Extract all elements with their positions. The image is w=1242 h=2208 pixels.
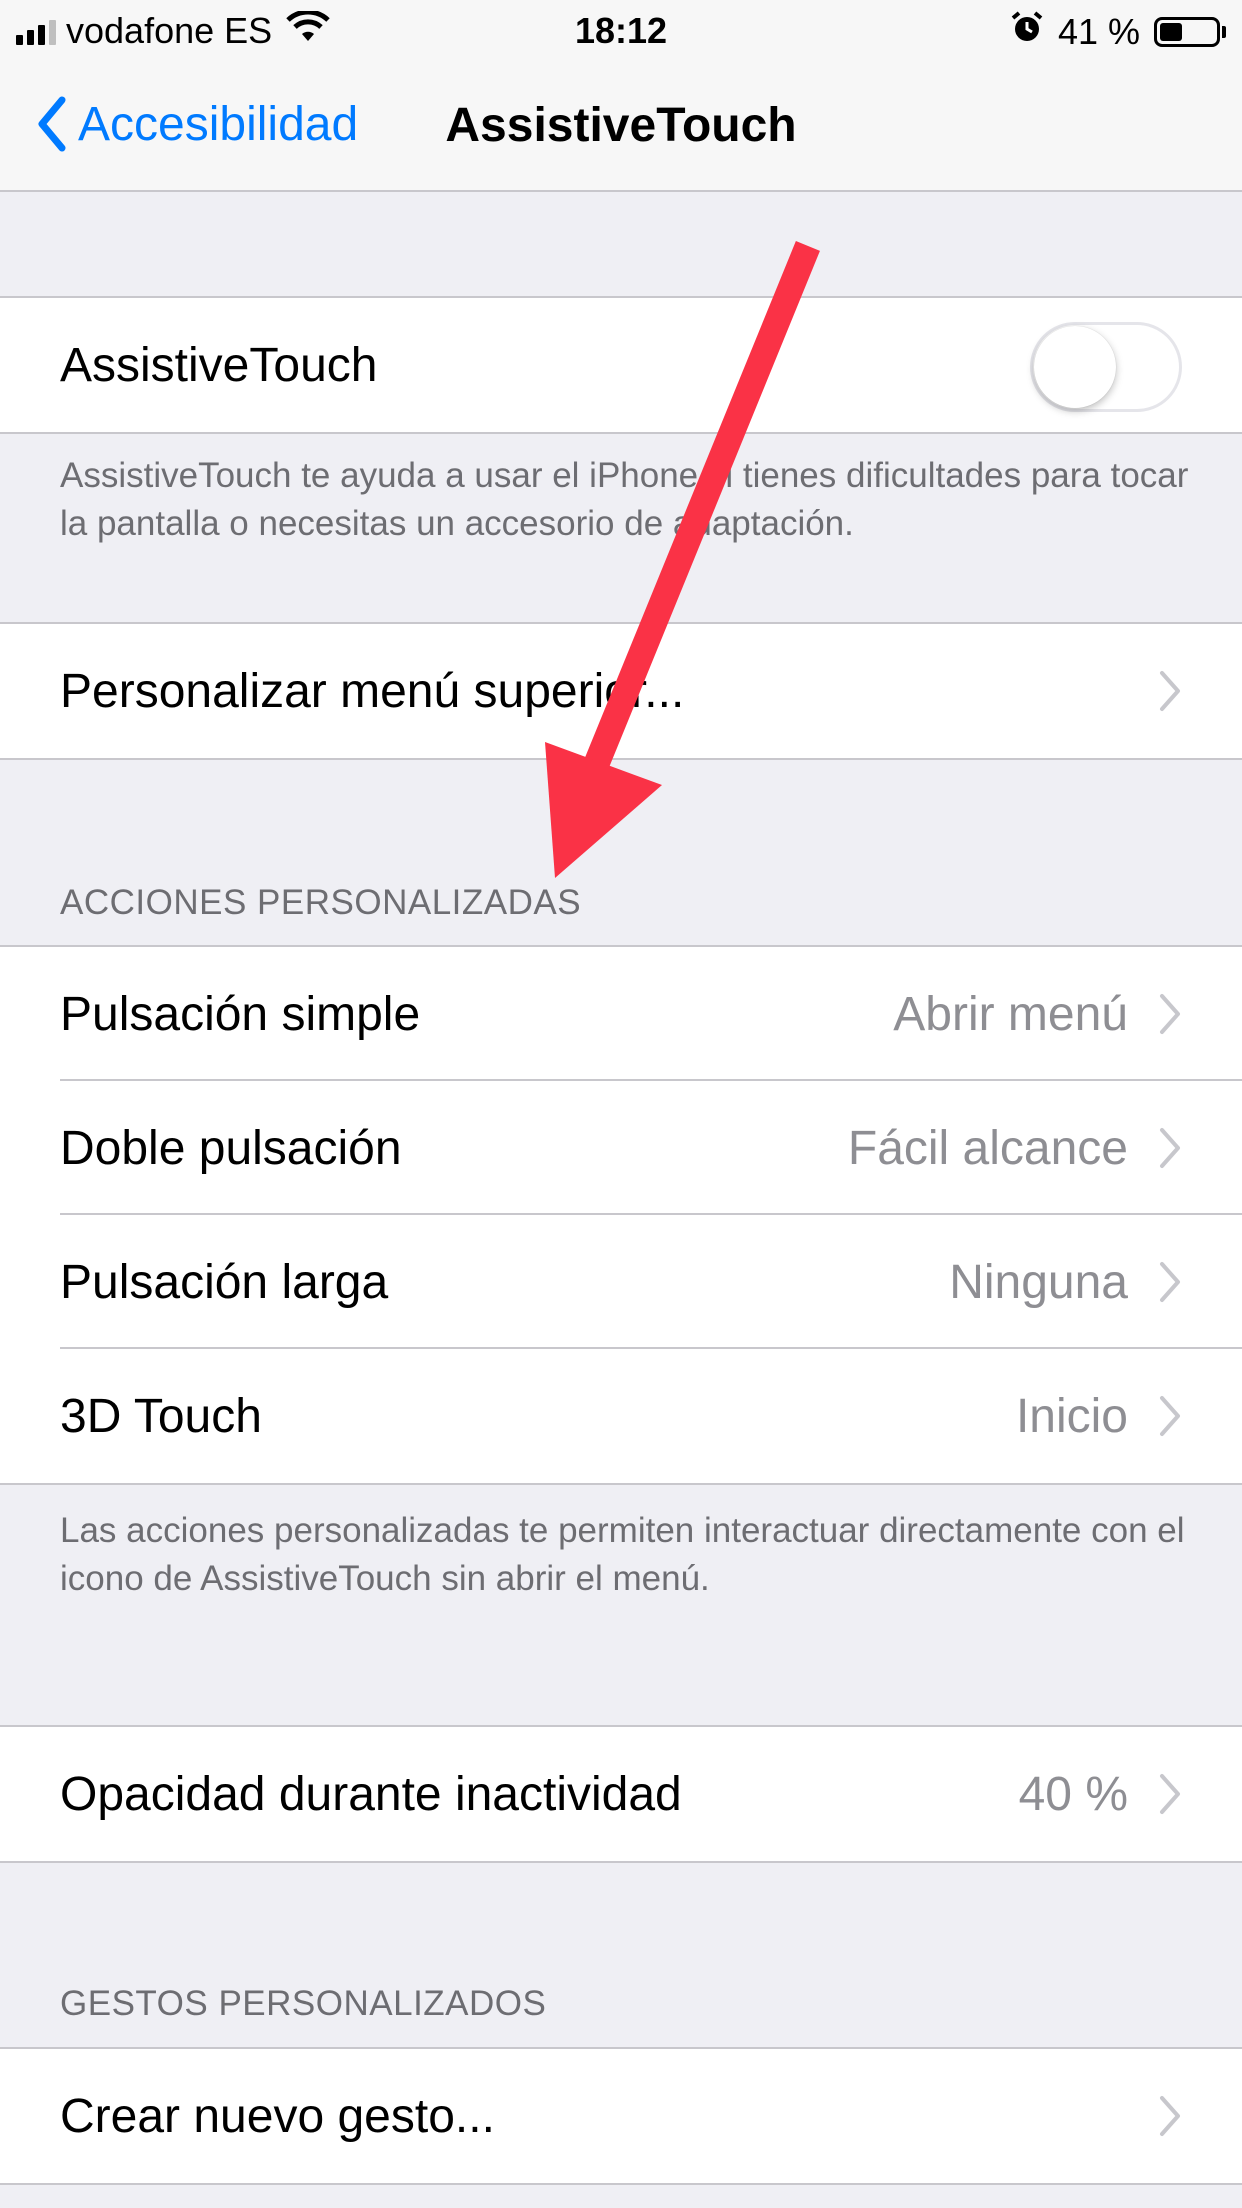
- idle-opacity-label: Opacidad durante inactividad: [60, 1767, 682, 1821]
- customize-group: Personalizar menú superior...: [0, 622, 1242, 760]
- action-label: 3D Touch: [60, 1389, 262, 1443]
- chevron-right-icon: [1160, 994, 1180, 1034]
- action-row-single-tap[interactable]: Pulsación simple Abrir menú: [0, 947, 1242, 1081]
- chevron-right-icon: [1160, 1262, 1180, 1302]
- gestures-group: Crear nuevo gesto...: [0, 2047, 1242, 2185]
- assistivetouch-switch[interactable]: [1030, 322, 1182, 412]
- action-row-long-press[interactable]: Pulsación larga Ninguna: [0, 1215, 1242, 1349]
- customize-menu-label: Personalizar menú superior...: [60, 664, 685, 718]
- assistivetouch-label: AssistiveTouch: [60, 338, 378, 392]
- chevron-right-icon: [1160, 1128, 1180, 1168]
- section-header-custom-actions: ACCIONES PERSONALIZADAS: [60, 883, 582, 922]
- action-value: Ninguna: [949, 1255, 1128, 1309]
- custom-actions-description: Las acciones personalizadas te permiten …: [60, 1511, 1185, 1598]
- action-value: Inicio: [1015, 1389, 1128, 1443]
- section-header-custom-gestures: GESTOS PERSONALIZADOS: [60, 1984, 547, 2023]
- opacity-group: Opacidad durante inactividad 40 %: [0, 1725, 1242, 1863]
- action-value: Fácil alcance: [847, 1121, 1128, 1175]
- chevron-right-icon: [1160, 671, 1180, 711]
- customize-menu-row[interactable]: Personalizar menú superior...: [0, 624, 1242, 758]
- action-label: Doble pulsación: [60, 1121, 402, 1175]
- switch-knob: [1034, 326, 1116, 408]
- toggle-group: AssistiveTouch: [0, 296, 1242, 434]
- create-gesture-label: Crear nuevo gesto...: [60, 2089, 495, 2143]
- nav-bar: Accesibilidad AssistiveTouch: [0, 60, 1242, 192]
- action-row-3d-touch[interactable]: 3D Touch Inicio: [0, 1349, 1242, 1483]
- custom-actions-group: Pulsación simple Abrir menú Doble pulsac…: [0, 945, 1242, 1485]
- battery-percent: 41 %: [1057, 10, 1140, 52]
- status-bar: vodafone ES 18:12 41 %: [0, 0, 1242, 60]
- action-row-double-tap[interactable]: Doble pulsación Fácil alcance: [0, 1081, 1242, 1215]
- idle-opacity-value: 40 %: [1018, 1767, 1128, 1821]
- action-label: Pulsación simple: [60, 987, 421, 1041]
- assistivetouch-row: AssistiveTouch: [0, 298, 1242, 432]
- status-right: 41 %: [1010, 10, 1226, 53]
- idle-opacity-row[interactable]: Opacidad durante inactividad 40 %: [0, 1727, 1242, 1861]
- create-gesture-row[interactable]: Crear nuevo gesto...: [0, 2049, 1242, 2183]
- assistivetouch-description: AssistiveTouch te ayuda a usar el iPhone…: [60, 456, 1189, 543]
- battery-icon: [1154, 16, 1226, 47]
- action-value: Abrir menú: [893, 987, 1128, 1041]
- action-label: Pulsación larga: [60, 1255, 389, 1309]
- chevron-right-icon: [1160, 1396, 1180, 1436]
- alarm-icon: [1010, 10, 1044, 53]
- chevron-right-icon: [1160, 2096, 1180, 2136]
- chevron-right-icon: [1160, 1774, 1180, 1814]
- page-title: AssistiveTouch: [445, 99, 797, 152]
